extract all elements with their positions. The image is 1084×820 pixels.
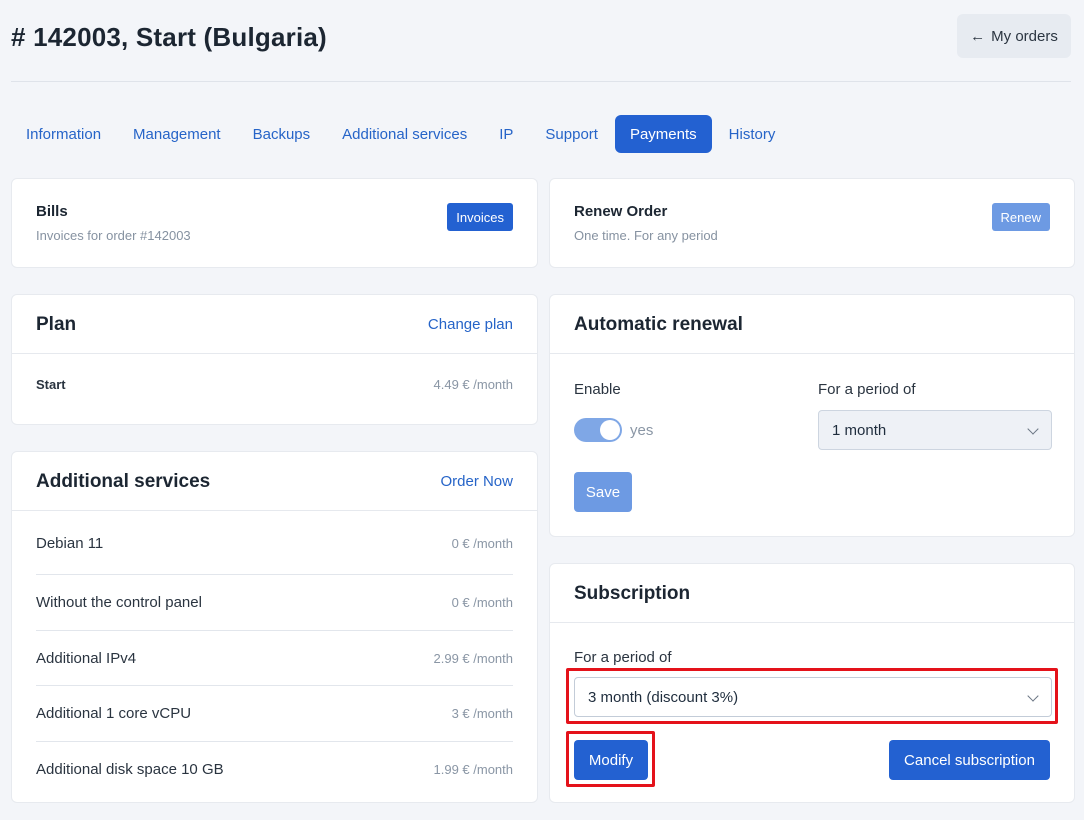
invoices-button[interactable]: Invoices (447, 203, 513, 231)
service-name: Additional 1 core vCPU (36, 705, 192, 722)
tab-support[interactable]: Support (530, 115, 613, 153)
list-item: Additional IPv4 2.99 € /month (36, 631, 513, 686)
tab-payments[interactable]: Payments (614, 115, 712, 153)
subscription-header: Subscription (550, 564, 1074, 623)
automatic-renewal-card: Automatic renewal Enable yes For a perio… (549, 294, 1075, 537)
list-item: Additional disk space 10 GB 1.99 € /mont… (36, 742, 513, 797)
plan-price: 4.49 € /month (433, 377, 514, 392)
chevron-down-icon (1027, 423, 1039, 435)
list-item: Without the control panel 0 € /month (36, 575, 513, 631)
tab-history[interactable]: History (714, 115, 791, 153)
auto-renewal-title: Automatic renewal (574, 314, 743, 335)
toggle-knob (600, 420, 620, 440)
subscription-title: Subscription (574, 583, 691, 604)
period-select-highlight (566, 668, 1058, 724)
renew-subtitle: One time. For any period (574, 228, 718, 243)
renewal-period-select[interactable]: 1 month (818, 410, 1052, 450)
service-price: 0 € /month (451, 535, 513, 551)
change-plan-link[interactable]: Change plan (428, 316, 513, 333)
page-header: # 142003, Start (Bulgaria) ← My orders (11, 14, 1071, 82)
bills-subtitle: Invoices for order #142003 (36, 228, 191, 243)
renewal-period-value: 1 month (832, 421, 887, 439)
enable-label: Enable (574, 381, 621, 398)
plan-card-header: Plan Change plan (12, 295, 537, 354)
renew-order-card: Renew Order One time. For any period Ren… (549, 178, 1075, 268)
my-orders-label: My orders (991, 27, 1058, 45)
bills-card: Bills Invoices for order #142003 Invoice… (11, 178, 538, 268)
page-title: # 142003, Start (Bulgaria) (11, 22, 327, 52)
plan-name: Start (36, 377, 66, 392)
bills-title: Bills (36, 203, 68, 220)
service-name: Additional IPv4 (36, 649, 137, 667)
service-name: Debian 11 (36, 534, 104, 552)
service-price: 2.99 € /month (433, 650, 514, 666)
tab-management[interactable]: Management (118, 115, 236, 153)
auto-renewal-header: Automatic renewal (550, 295, 1074, 354)
services-title: Additional services (36, 471, 211, 492)
list-item: Debian 11 0 € /month (36, 512, 513, 575)
plan-card: Plan Change plan Start 4.49 € /month (11, 294, 538, 425)
additional-services-card: Additional services Order Now Debian 11 … (11, 451, 538, 803)
arrow-left-icon: ← (970, 27, 986, 45)
service-name: Additional disk space 10 GB (36, 761, 224, 778)
service-price: 3 € /month (451, 706, 513, 721)
plan-title: Plan (36, 314, 77, 335)
cancel-subscription-button[interactable]: Cancel subscription (889, 740, 1050, 780)
service-name: Without the control panel (36, 594, 202, 611)
subscription-period-label: For a period of (574, 649, 672, 666)
my-orders-button[interactable]: ← My orders (957, 14, 1071, 58)
renewal-period-label: For a period of (818, 381, 916, 398)
services-card-header: Additional services Order Now (12, 452, 537, 511)
tab-additional-services[interactable]: Additional services (327, 115, 482, 153)
plan-row: Start 4.49 € /month (36, 377, 513, 392)
tab-information[interactable]: Information (11, 115, 116, 153)
renew-button[interactable]: Renew (991, 203, 1050, 231)
save-button[interactable]: Save (574, 472, 632, 512)
service-price: 0 € /month (451, 595, 513, 610)
toggle-state-text: yes (630, 422, 654, 439)
tab-ip[interactable]: IP (484, 115, 528, 153)
tab-backups[interactable]: Backups (238, 115, 326, 153)
modify-button-highlight (566, 731, 655, 787)
auto-renewal-toggle[interactable] (574, 418, 622, 442)
order-now-link[interactable]: Order Now (440, 473, 513, 490)
service-price: 1.99 € /month (433, 762, 514, 777)
tab-bar: Information Management Backups Additiona… (11, 115, 792, 153)
list-item: Additional 1 core vCPU 3 € /month (36, 686, 513, 742)
renew-title: Renew Order (574, 203, 668, 220)
